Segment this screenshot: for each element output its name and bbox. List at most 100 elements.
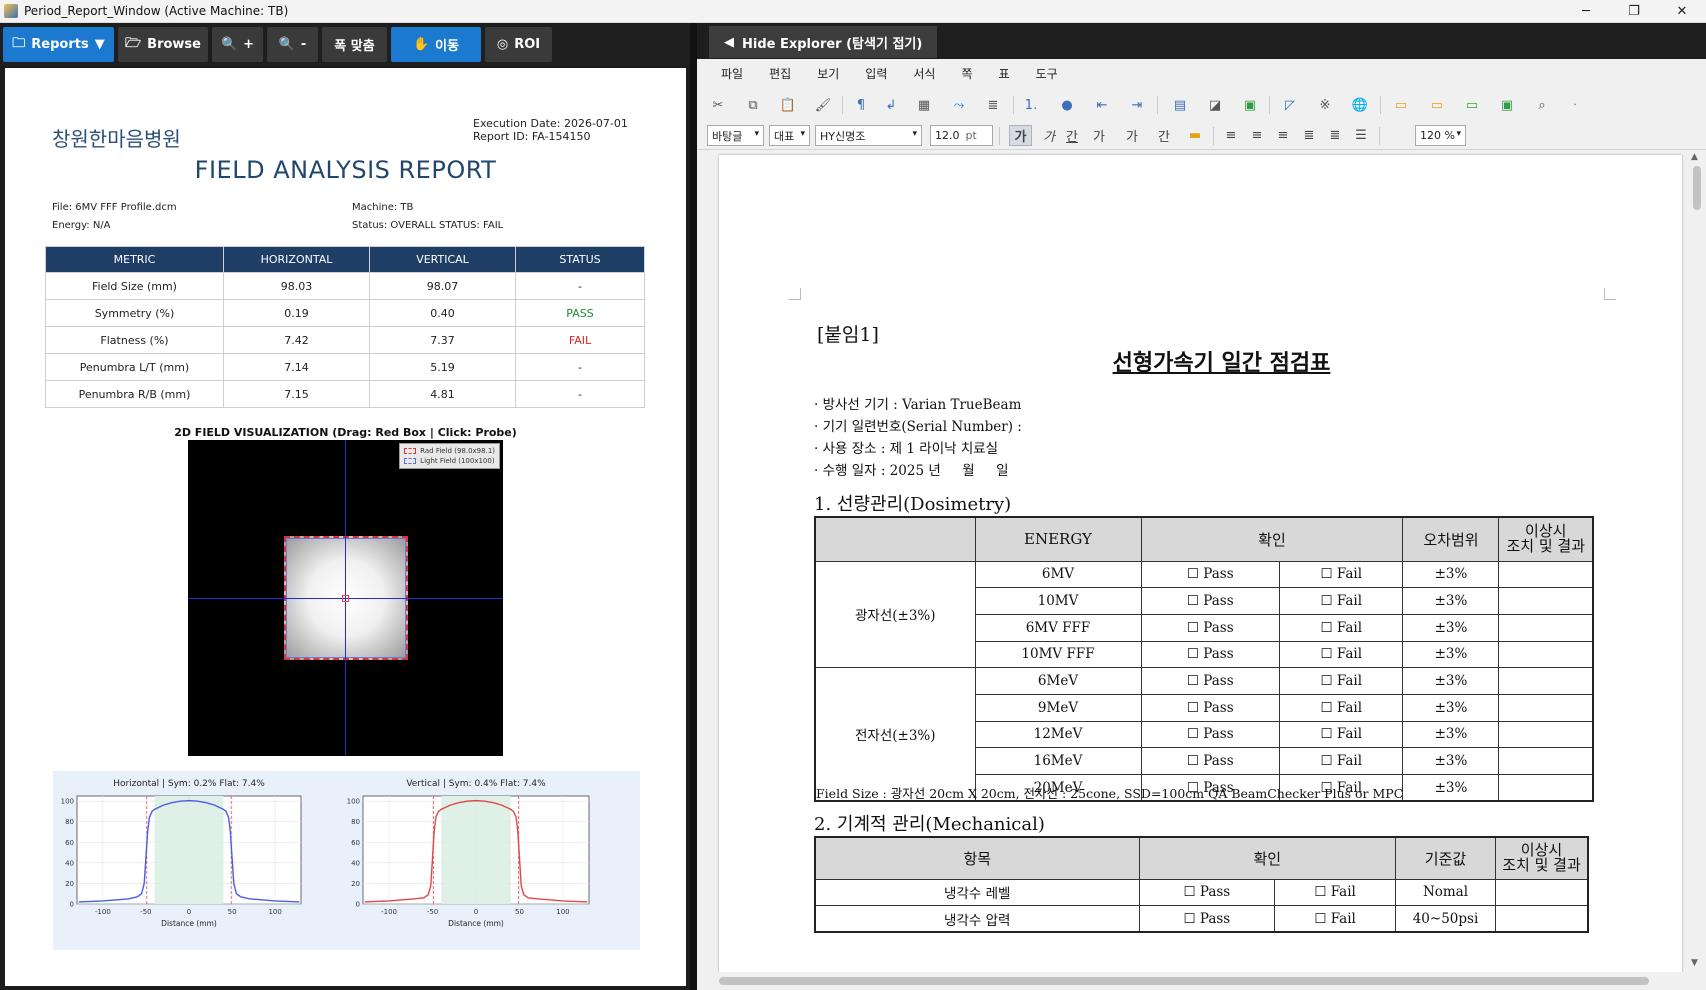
- justify-icon[interactable]: ≣: [1299, 125, 1319, 146]
- pass-checkbox[interactable]: ☐ Pass: [1140, 613, 1281, 642]
- browse-button[interactable]: 🗁 Browse: [118, 27, 208, 62]
- header-icon[interactable]: ▭: [1392, 96, 1410, 114]
- comment-icon[interactable]: ◸: [1281, 96, 1299, 114]
- zoom-out-button[interactable]: 🔍 -: [267, 27, 318, 62]
- scroll-down-icon[interactable]: ▼: [1691, 958, 1698, 968]
- horizontal-scrollbar[interactable]: [697, 972, 1706, 990]
- line-break-icon[interactable]: ↲: [882, 96, 900, 114]
- action-cell[interactable]: [1498, 720, 1594, 749]
- roi-button[interactable]: ◎ ROI: [485, 27, 552, 62]
- fail-checkbox[interactable]: ☐ Fail: [1274, 905, 1396, 933]
- distribute-icon[interactable]: ≣: [1325, 125, 1345, 146]
- menu-view[interactable]: 보기: [817, 65, 839, 82]
- action-cell[interactable]: [1498, 667, 1594, 695]
- pass-checkbox[interactable]: ☐ Pass: [1140, 747, 1281, 775]
- align-center-icon[interactable]: ≡: [1247, 125, 1267, 146]
- cut-icon[interactable]: ✂: [709, 96, 727, 114]
- footer-icon[interactable]: ▭: [1428, 96, 1446, 114]
- menu-insert[interactable]: 입력: [865, 65, 887, 82]
- align-left-icon[interactable]: ≡: [1221, 125, 1241, 146]
- divide-icon[interactable]: ☰: [1351, 125, 1371, 146]
- action-cell[interactable]: [1498, 693, 1594, 722]
- action-cell[interactable]: [1498, 747, 1594, 775]
- text-direction-icon[interactable]: ⤳: [950, 96, 968, 114]
- fail-checkbox[interactable]: ☐ Fail: [1279, 667, 1404, 695]
- field-visualization[interactable]: Rad Field (98.0x98.1) Light Field (100x1…: [188, 440, 503, 756]
- probe-marker[interactable]: [342, 595, 349, 602]
- font-size-input[interactable]: 12.0 pt: [930, 125, 993, 146]
- shapes-icon[interactable]: ◪: [1206, 96, 1224, 114]
- paragraph-mark-icon[interactable]: ¶: [852, 96, 870, 114]
- fail-checkbox[interactable]: ☐ Fail: [1279, 613, 1404, 642]
- outdent-icon[interactable]: ⇤: [1093, 96, 1111, 114]
- vertical-scrollbar[interactable]: ▲ ▼: [1688, 150, 1706, 972]
- action-cell[interactable]: [1498, 774, 1594, 802]
- picture-icon[interactable]: ▣: [1241, 96, 1259, 114]
- menu-format[interactable]: 서식: [913, 65, 935, 82]
- action-cell[interactable]: [1498, 560, 1594, 589]
- pane-splitter[interactable]: [690, 23, 697, 990]
- menu-file[interactable]: 파일: [721, 65, 743, 82]
- page-number-icon[interactable]: ▭: [1463, 96, 1481, 114]
- strikethrough-button[interactable]: 가: [1089, 125, 1109, 146]
- char-spacing-button[interactable]: 간: [1154, 125, 1174, 146]
- paste-icon[interactable]: 📋: [779, 96, 797, 114]
- copy-icon[interactable]: ⧉: [744, 96, 762, 114]
- fail-checkbox[interactable]: ☐ Fail: [1279, 640, 1404, 669]
- align-right-icon[interactable]: ≡: [1273, 125, 1293, 146]
- numbering-icon[interactable]: 1.: [1022, 96, 1040, 114]
- action-cell[interactable]: [1495, 878, 1589, 907]
- action-cell[interactable]: [1495, 905, 1589, 933]
- italic-button[interactable]: 가: [1039, 125, 1059, 146]
- pass-checkbox[interactable]: ☐ Pass: [1140, 587, 1281, 615]
- action-cell[interactable]: [1498, 613, 1594, 642]
- fail-checkbox[interactable]: ☐ Fail: [1279, 587, 1404, 615]
- highlight-color-icon[interactable]: ▬: [1185, 125, 1205, 146]
- move-button[interactable]: ✋ 이동: [391, 27, 481, 62]
- pass-checkbox[interactable]: ☐ Pass: [1138, 878, 1276, 907]
- language-select[interactable]: 대표 ▾: [769, 125, 810, 146]
- zoom-select[interactable]: 120 % ▾: [1415, 125, 1466, 146]
- insert-table-icon[interactable]: ▤: [1171, 96, 1189, 114]
- spreadsheet-icon[interactable]: ▣: [1498, 96, 1516, 114]
- pass-checkbox[interactable]: ☐ Pass: [1140, 693, 1281, 722]
- document-page[interactable]: [붙임1] 선형가속기 일간 점검표 · 방사선 기기 : Varian Tru…: [719, 155, 1682, 973]
- indent-icon[interactable]: ⇥: [1128, 96, 1146, 114]
- zoom-in-button[interactable]: 🔍 +: [212, 27, 263, 62]
- menu-page[interactable]: 쪽: [961, 65, 972, 82]
- superscript-button[interactable]: 가: [1122, 125, 1142, 146]
- find-icon[interactable]: ⌕: [1533, 96, 1551, 114]
- table-icon[interactable]: ▦: [915, 96, 933, 114]
- menu-table[interactable]: 표: [999, 65, 1010, 82]
- action-cell[interactable]: [1498, 640, 1594, 669]
- hyperlink-icon[interactable]: 🌐: [1351, 96, 1369, 114]
- menu-edit[interactable]: 편집: [769, 65, 791, 82]
- menu-tools[interactable]: 도구: [1036, 65, 1058, 82]
- pass-checkbox[interactable]: ☐ Pass: [1140, 720, 1281, 749]
- fail-checkbox[interactable]: ☐ Fail: [1279, 747, 1404, 775]
- pass-checkbox[interactable]: ☐ Pass: [1138, 905, 1276, 933]
- scroll-thumb[interactable]: [1693, 166, 1701, 210]
- scroll-up-icon[interactable]: ▲: [1691, 152, 1698, 162]
- minimize-button[interactable]: ─: [1562, 0, 1610, 23]
- fit-width-button[interactable]: 폭 맞춤: [322, 27, 387, 62]
- special-char-icon[interactable]: ※: [1316, 96, 1334, 114]
- reports-button[interactable]: 🗀 Reports ▼: [3, 27, 114, 62]
- hide-explorer-button[interactable]: ◀ Hide Explorer (탐색기 접기): [709, 26, 938, 58]
- paragraph-style-select[interactable]: 바탕글 ▾: [707, 125, 764, 146]
- pass-checkbox[interactable]: ☐ Pass: [1140, 667, 1281, 695]
- spellcheck-icon[interactable]: ≣: [984, 96, 1002, 114]
- fail-checkbox[interactable]: ☐ Fail: [1279, 693, 1404, 722]
- format-painter-icon[interactable]: 🖌: [814, 96, 832, 114]
- pass-checkbox[interactable]: ☐ Pass: [1140, 640, 1281, 669]
- fail-checkbox[interactable]: ☐ Fail: [1279, 720, 1404, 749]
- font-select[interactable]: HY신명조 ▾: [815, 125, 922, 146]
- close-button[interactable]: ✕: [1658, 0, 1706, 23]
- bullet-icon[interactable]: ●: [1058, 96, 1076, 114]
- bold-button[interactable]: 가: [1009, 125, 1032, 146]
- pass-checkbox[interactable]: ☐ Pass: [1140, 560, 1281, 589]
- maximize-button[interactable]: ❐: [1610, 0, 1658, 23]
- more-options-icon[interactable]: ·: [1566, 96, 1584, 114]
- scroll-thumb[interactable]: [719, 977, 1649, 985]
- fail-checkbox[interactable]: ☐ Fail: [1279, 560, 1404, 589]
